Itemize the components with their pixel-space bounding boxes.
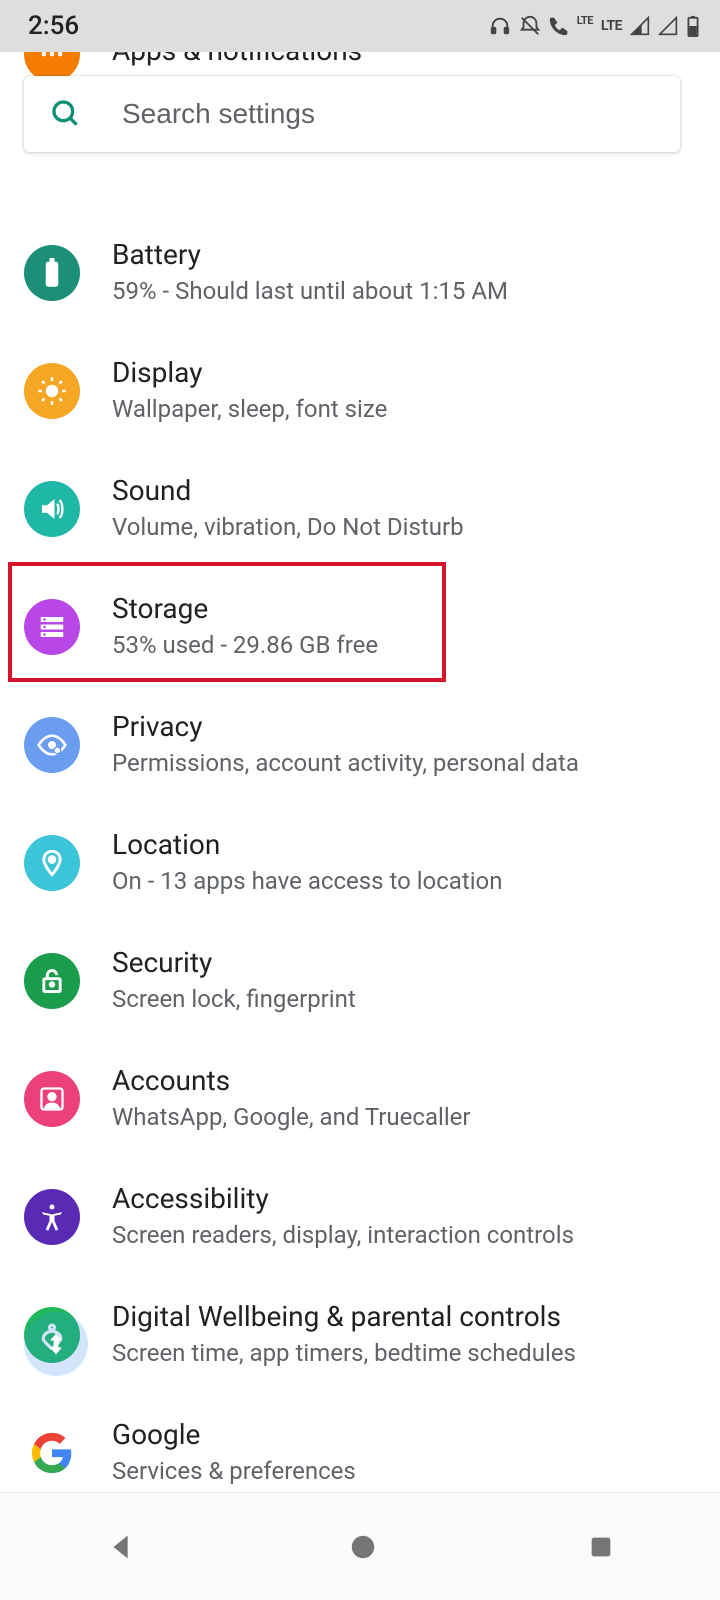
row-text: Display Wallpaper, sleep, font size [112, 356, 387, 425]
settings-row-location[interactable]: Location On - 13 apps have access to loc… [0, 804, 720, 922]
row-title: Privacy [112, 710, 579, 743]
settings-content[interactable]: Apps & notifications Battery 59% - Shoul… [0, 52, 720, 1492]
accessibility-icon [24, 1189, 80, 1245]
row-text: Accounts WhatsApp, Google, and Truecalle… [112, 1064, 471, 1133]
storage-icon [24, 599, 80, 655]
row-title: Sound [112, 474, 464, 507]
row-title: Battery [112, 238, 508, 271]
battery-icon [24, 245, 80, 301]
privacy-icon [24, 717, 80, 773]
row-title: Apps & notifications [112, 52, 362, 67]
row-text: Storage 53% used - 29.86 GB free [112, 592, 378, 661]
headset-icon [489, 15, 511, 37]
row-title: Accounts [112, 1064, 471, 1097]
lte-small-label: LTE [577, 14, 593, 27]
status-icons: LTE LTE [489, 15, 700, 37]
fab-ghost [24, 1312, 88, 1376]
nav-recent-icon[interactable] [587, 1533, 615, 1561]
nav-home-icon[interactable] [348, 1532, 378, 1562]
row-title: Storage [112, 592, 378, 625]
row-subtitle: 53% used - 29.86 GB free [112, 629, 378, 661]
row-text: Sound Volume, vibration, Do Not Disturb [112, 474, 464, 543]
row-text: Accessibility Screen readers, display, i… [112, 1182, 574, 1251]
location-icon [24, 835, 80, 891]
settings-row-google[interactable]: Google Services & preferences [0, 1394, 720, 1492]
settings-list[interactable]: Battery 59% - Should last until about 1:… [0, 84, 720, 1492]
signal-1-icon [630, 16, 650, 36]
row-subtitle: Permissions, account activity, personal … [112, 747, 579, 779]
row-subtitle: Screen readers, display, interaction con… [112, 1219, 574, 1251]
row-title: Digital Wellbeing & parental controls [112, 1300, 576, 1333]
row-text: Google Services & preferences [112, 1418, 356, 1487]
search-icon [50, 98, 82, 130]
row-subtitle: WhatsApp, Google, and Truecaller [112, 1101, 471, 1133]
battery-status-icon [686, 15, 700, 37]
status-bar: 2:56 LTE LTE [0, 0, 720, 52]
row-title: Security [112, 946, 356, 979]
signal-2-icon [658, 16, 678, 36]
row-text: Security Screen lock, fingerprint [112, 946, 356, 1015]
row-title: Google [112, 1418, 356, 1451]
settings-row-battery[interactable]: Battery 59% - Should last until about 1:… [0, 214, 720, 332]
settings-row-storage[interactable]: Storage 53% used - 29.86 GB free [0, 568, 720, 686]
row-subtitle: Screen lock, fingerprint [112, 983, 356, 1015]
row-title: Accessibility [112, 1182, 574, 1215]
navigation-bar [0, 1492, 720, 1600]
row-subtitle: On - 13 apps have access to location [112, 865, 503, 897]
status-time: 2:56 [28, 11, 79, 41]
row-text: Privacy Permissions, account activity, p… [112, 710, 579, 779]
settings-row-sound[interactable]: Sound Volume, vibration, Do Not Disturb [0, 450, 720, 568]
settings-row-accounts[interactable]: Accounts WhatsApp, Google, and Truecalle… [0, 1040, 720, 1158]
nav-back-icon[interactable] [105, 1530, 139, 1564]
sound-icon [24, 481, 80, 537]
dnd-off-icon [519, 15, 541, 37]
row-title: Display [112, 356, 387, 389]
row-subtitle: 59% - Should last until about 1:15 AM [112, 275, 508, 307]
row-subtitle: Screen time, app timers, bedtime schedul… [112, 1337, 576, 1369]
row-text: Battery 59% - Should last until about 1:… [112, 238, 508, 307]
settings-row-accessibility[interactable]: Accessibility Screen readers, display, i… [0, 1158, 720, 1276]
row-subtitle: Services & preferences [112, 1455, 356, 1487]
search-bar[interactable] [24, 76, 680, 152]
row-subtitle: Wallpaper, sleep, font size [112, 393, 387, 425]
settings-row-privacy[interactable]: Privacy Permissions, account activity, p… [0, 686, 720, 804]
brightness-icon [24, 363, 80, 419]
settings-row-security[interactable]: Security Screen lock, fingerprint [0, 922, 720, 1040]
accounts-icon [24, 1071, 80, 1127]
settings-row-display[interactable]: Display Wallpaper, sleep, font size [0, 332, 720, 450]
row-text: Location On - 13 apps have access to loc… [112, 828, 503, 897]
volte-call-icon [549, 16, 569, 36]
search-input[interactable] [122, 98, 654, 130]
google-icon [24, 1425, 80, 1481]
row-subtitle: Volume, vibration, Do Not Disturb [112, 511, 464, 543]
lte-label: LTE [601, 18, 622, 34]
row-title: Location [112, 828, 503, 861]
row-text: Digital Wellbeing & parental controls Sc… [112, 1300, 576, 1369]
settings-row-digital-wellbeing-parental-controls[interactable]: Digital Wellbeing & parental controls Sc… [0, 1276, 720, 1394]
security-icon [24, 953, 80, 1009]
